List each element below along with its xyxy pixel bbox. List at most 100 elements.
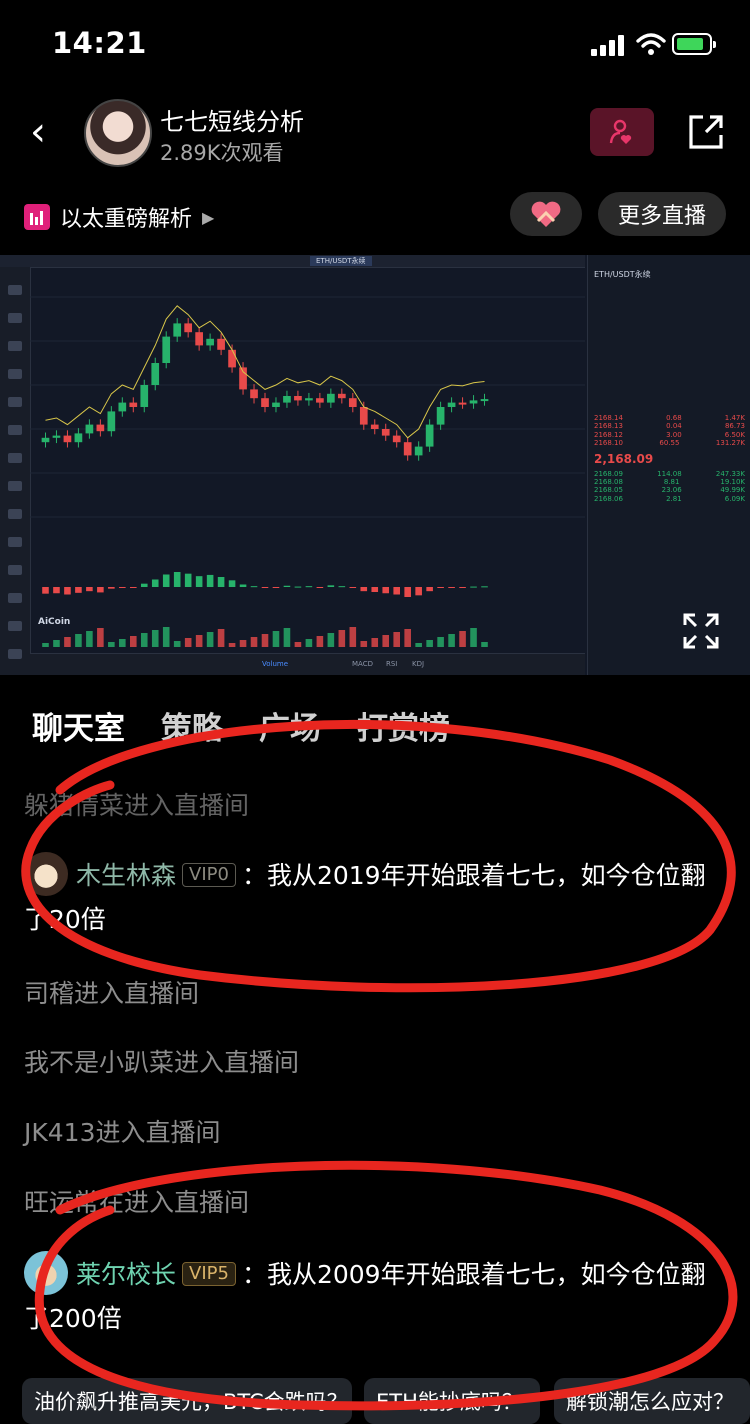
macd-bar (327, 585, 335, 587)
chat-tabs: 聊天室 策略 广场 打赏榜 (32, 703, 450, 748)
bid-row: 2168.05 23.06 49.99K (594, 486, 745, 495)
chat-message: 莱尔校长 VIP5 ：我从2009年开始跟着七七，如今仓位翻了200倍 (24, 1251, 724, 1341)
candle (85, 424, 94, 434)
volume-bar (349, 627, 357, 647)
live-video[interactable]: ETH/USDT永续 AiCoin Volume MACD RSI KDJ ET… (0, 255, 750, 675)
candle (41, 437, 50, 443)
share-icon[interactable] (686, 112, 726, 152)
wifi-icon (636, 33, 666, 55)
macd-bar (151, 579, 159, 587)
macd-bar (371, 587, 379, 592)
volume-bar (42, 643, 49, 647)
candle (162, 336, 171, 363)
macd-bar (437, 587, 444, 588)
tab-chatroom[interactable]: 聊天室 (32, 703, 125, 748)
streamer-name[interactable]: 七七短线分析 (160, 102, 304, 137)
volume-bar (470, 628, 477, 647)
macd-bar (393, 587, 400, 595)
volume-bar (151, 630, 159, 647)
fullscreen-icon[interactable] (682, 612, 720, 650)
user-avatar[interactable] (24, 1251, 68, 1295)
macd-bar (42, 587, 49, 594)
battery-icon (672, 33, 716, 55)
tab-strategy[interactable]: 策略 (161, 703, 223, 748)
chat-message: 木生林森 VIP0 ：我从2019年开始跟着七七，如今仓位翻了20倍 (24, 852, 724, 942)
bid-row: 2168.09 114.08 247.33K (594, 469, 745, 478)
indicator-tabs: Volume MACD RSI KDJ (30, 653, 585, 675)
macd-bar (162, 574, 170, 587)
live-title[interactable]: 以太重磅解析 ▶ (24, 201, 214, 233)
trading-app-sidebar (0, 267, 31, 675)
streamer-avatar[interactable] (84, 99, 152, 167)
chat-entry: JK413进入直播间 (24, 1118, 221, 1147)
more-live-button[interactable]: 更多直播 (598, 192, 726, 236)
volume-bar (184, 638, 192, 647)
candle (173, 323, 182, 337)
volume-bar (426, 640, 433, 647)
volume-bar (217, 629, 225, 647)
chat-username[interactable]: 莱尔校长 (76, 1260, 176, 1289)
volume-bar (228, 643, 236, 647)
macd-bar (86, 587, 93, 592)
candle (392, 435, 401, 443)
volume-bar (140, 633, 148, 647)
cell-signal-icon (591, 34, 627, 56)
tab-square[interactable]: 广场 (259, 703, 321, 748)
volume-bar (305, 639, 313, 647)
bid-row: 2168.06 2.81 6.09K (594, 494, 745, 503)
quick-question-pill[interactable]: 解锁潮怎么应对？ (554, 1378, 750, 1424)
macd-bar (75, 587, 82, 593)
indicator-tab: KDJ (412, 660, 425, 668)
volume-bar (316, 636, 324, 647)
volume-bar (437, 637, 444, 647)
pair-tab: ETH/USDT永续 (310, 256, 372, 266)
volume-bar (86, 631, 93, 647)
view-count: 2.89K次观看 (160, 141, 284, 165)
volume-bar (75, 634, 82, 647)
heart-hands-button[interactable] (510, 192, 582, 236)
macd-bar (349, 587, 357, 588)
play-arrow-icon: ▶ (202, 207, 215, 227)
macd-bar (448, 587, 455, 588)
volume-bar (393, 632, 400, 647)
back-icon[interactable]: ‹ (30, 112, 46, 152)
volume-bar (459, 631, 466, 647)
macd-bar (415, 587, 422, 596)
ask-row: 2168.10 60.55 131.27K (594, 439, 745, 448)
candle (74, 433, 83, 443)
user-avatar[interactable] (24, 852, 68, 896)
volume-bar (404, 629, 411, 647)
ask-row: 2168.12 3.00 6.50K (594, 430, 745, 439)
macd-bar (195, 576, 203, 587)
candle (403, 442, 412, 456)
macd-bar (338, 586, 346, 588)
macd-bar (184, 573, 192, 587)
macd-bar (459, 587, 466, 588)
quick-question-pill[interactable]: 油价飙升推高美元，BTC会跌吗？ (22, 1378, 352, 1424)
candle (107, 411, 116, 432)
macd-bar (283, 585, 291, 587)
follow-button[interactable] (590, 108, 654, 156)
candle (217, 338, 225, 350)
indicator-tab: MACD (352, 660, 373, 668)
candle (337, 393, 346, 399)
tab-tip-ranking[interactable]: 打赏榜 (357, 703, 450, 748)
candle (294, 396, 302, 401)
live-title-text: 以太重磅解析 (60, 207, 193, 232)
volume-bar (206, 632, 214, 647)
candle (140, 385, 149, 407)
volume-bar (338, 630, 346, 647)
candle (348, 398, 357, 407)
macd-bar (470, 586, 477, 588)
volume-bar (415, 643, 422, 647)
chat-entry: 旺运常在进入直播间 (24, 1188, 250, 1217)
macd-bar (360, 587, 368, 592)
vip-badge: VIP5 (182, 1262, 236, 1286)
volume-bar (195, 635, 203, 647)
quick-question-pill[interactable]: ETH能抄底吗？ (364, 1378, 540, 1424)
chat-username[interactable]: 木生林森 (76, 861, 176, 890)
macd-bar (53, 587, 60, 594)
candle (458, 402, 467, 405)
volume-bar (119, 639, 126, 647)
macd-bar (294, 586, 302, 588)
